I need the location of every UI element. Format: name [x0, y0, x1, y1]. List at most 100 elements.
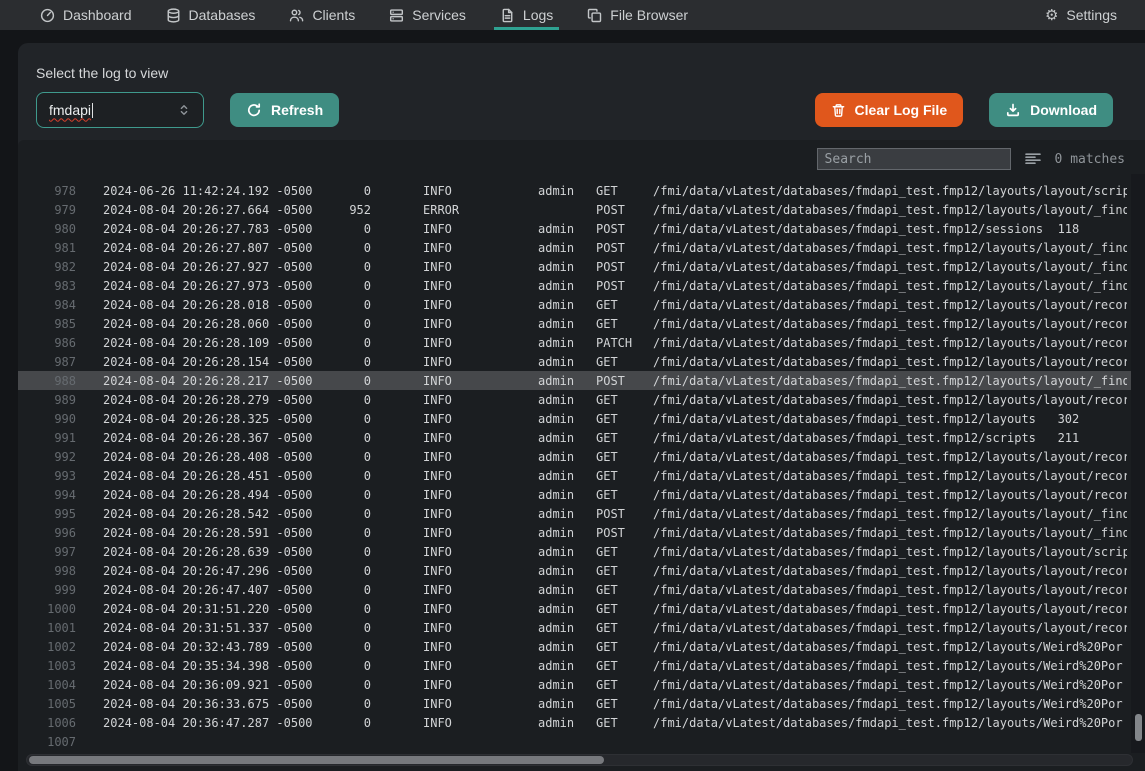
- horizontal-scrollbar-thumb[interactable]: [29, 756, 604, 764]
- log-cell-method: POST: [596, 222, 641, 236]
- log-cell-user: admin: [538, 355, 584, 369]
- log-cell-method: GET: [596, 640, 641, 654]
- text-caret: [92, 103, 93, 118]
- log-cell-method: GET: [596, 678, 641, 692]
- log-cell-path: /fmi/data/vLatest/databases/fmdapi_test.…: [653, 469, 1127, 483]
- log-cell-user: admin: [538, 488, 584, 502]
- log-cell-path: /fmi/data/vLatest/databases/fmdapi_test.…: [653, 583, 1127, 597]
- log-row[interactable]: 9982024-08-04 20:26:47.296 -05000INFOadm…: [18, 561, 1145, 580]
- nav-tab-databases[interactable]: Databases: [160, 0, 262, 30]
- search-input[interactable]: [817, 148, 1011, 170]
- log-cell-value: 0: [345, 716, 371, 730]
- log-row[interactable]: 9872024-08-04 20:26:28.154 -05000INFOadm…: [18, 352, 1145, 371]
- log-row[interactable]: 10012024-08-04 20:31:51.337 -05000INFOad…: [18, 618, 1145, 637]
- log-row[interactable]: 9882024-08-04 20:26:28.217 -05000INFOadm…: [18, 371, 1145, 390]
- log-cell-path: /fmi/data/vLatest/databases/fmdapi_test.…: [653, 716, 1127, 730]
- log-row[interactable]: 10002024-08-04 20:31:51.220 -05000INFOad…: [18, 599, 1145, 618]
- log-cell-method: GET: [596, 583, 641, 597]
- log-cell-value: 0: [345, 241, 371, 255]
- horizontal-scrollbar[interactable]: [26, 754, 1133, 766]
- log-cell-path: /fmi/data/vLatest/databases/fmdapi_test.…: [653, 488, 1127, 502]
- log-row[interactable]: 9902024-08-04 20:26:28.325 -05000INFOadm…: [18, 409, 1145, 428]
- log-row[interactable]: 9782024-06-26 11:42:24.192 -05000INFOadm…: [18, 181, 1145, 200]
- log-cell-user: admin: [538, 564, 584, 578]
- log-row[interactable]: 9832024-08-04 20:26:27.973 -05000INFOadm…: [18, 276, 1145, 295]
- log-cell-method: GET: [596, 469, 641, 483]
- nav-tab-clients[interactable]: Clients: [283, 0, 361, 30]
- download-label: Download: [1030, 102, 1097, 118]
- log-row[interactable]: 9812024-08-04 20:26:27.807 -05000INFOadm…: [18, 238, 1145, 257]
- log-row[interactable]: 9892024-08-04 20:26:28.279 -05000INFOadm…: [18, 390, 1145, 409]
- log-row[interactable]: 9922024-08-04 20:26:28.408 -05000INFOadm…: [18, 447, 1145, 466]
- log-row[interactable]: 10032024-08-04 20:35:34.398 -05000INFOad…: [18, 656, 1145, 675]
- log-cell-user: admin: [538, 716, 584, 730]
- log-row[interactable]: 10022024-08-04 20:32:43.789 -05000INFOad…: [18, 637, 1145, 656]
- log-cell-level: INFO: [423, 583, 503, 597]
- log-row[interactable]: 10052024-08-04 20:36:33.675 -05000INFOad…: [18, 694, 1145, 713]
- log-cell-user: admin: [538, 260, 584, 274]
- log-cell-path: /fmi/data/vLatest/databases/fmdapi_test.…: [653, 298, 1127, 312]
- log-cell-value: 0: [345, 184, 371, 198]
- nav-tab-services[interactable]: Services: [383, 0, 472, 30]
- log-cell-num: 993: [18, 469, 76, 483]
- log-cell-time: 2024-08-04 20:26:28.325 -0500: [103, 412, 345, 426]
- log-row[interactable]: 9942024-08-04 20:26:28.494 -05000INFOadm…: [18, 485, 1145, 504]
- log-cell-method: POST: [596, 374, 641, 388]
- log-cell-num: 981: [18, 241, 76, 255]
- log-cell-value: 0: [345, 222, 371, 236]
- log-cell-path: /fmi/data/vLatest/databases/fmdapi_test.…: [653, 450, 1127, 464]
- log-cell-path: /fmi/data/vLatest/databases/fmdapi_test.…: [653, 184, 1127, 198]
- log-cell-value: 0: [345, 317, 371, 331]
- log-select[interactable]: fmdapi: [36, 92, 204, 128]
- log-cell-time: 2024-08-04 20:32:43.789 -0500: [103, 640, 345, 654]
- log-cell-user: admin: [538, 336, 584, 350]
- log-cell-user: admin: [538, 697, 584, 711]
- log-row[interactable]: 9792024-08-04 20:26:27.664 -0500952ERROR…: [18, 200, 1145, 219]
- log-cell-method: POST: [596, 279, 641, 293]
- log-cell-user: admin: [538, 678, 584, 692]
- log-row[interactable]: 9912024-08-04 20:26:28.367 -05000INFOadm…: [18, 428, 1145, 447]
- log-row[interactable]: 9972024-08-04 20:26:28.639 -05000INFOadm…: [18, 542, 1145, 561]
- log-row[interactable]: 9852024-08-04 20:26:28.060 -05000INFOadm…: [18, 314, 1145, 333]
- refresh-button[interactable]: Refresh: [230, 93, 339, 127]
- log-row[interactable]: 9822024-08-04 20:26:27.927 -05000INFOadm…: [18, 257, 1145, 276]
- nav-tab-dashboard[interactable]: Dashboard: [34, 0, 138, 30]
- log-cell-path: /fmi/data/vLatest/databases/fmdapi_test.…: [653, 336, 1127, 350]
- log-cell-method: GET: [596, 602, 641, 616]
- log-row[interactable]: 1007: [18, 732, 1145, 751]
- log-row[interactable]: 10042024-08-04 20:36:09.921 -05000INFOad…: [18, 675, 1145, 694]
- clear-log-button[interactable]: Clear Log File: [815, 93, 964, 127]
- log-cell-value: 0: [345, 564, 371, 578]
- log-row[interactable]: 9992024-08-04 20:26:47.407 -05000INFOadm…: [18, 580, 1145, 599]
- nav-settings[interactable]: ⚙ Settings: [1041, 0, 1121, 30]
- log-cell-user: admin: [538, 659, 584, 673]
- log-row[interactable]: 9862024-08-04 20:26:28.109 -05000INFOadm…: [18, 333, 1145, 352]
- main-card: Select the log to view fmdapi: [18, 43, 1145, 771]
- download-button[interactable]: Download: [989, 93, 1113, 127]
- log-row[interactable]: 10062024-08-04 20:36:47.287 -05000INFOad…: [18, 713, 1145, 732]
- vertical-scrollbar-thumb[interactable]: [1135, 714, 1142, 741]
- log-cell-value: 0: [345, 469, 371, 483]
- log-cell-time: 2024-08-04 20:26:28.154 -0500: [103, 355, 345, 369]
- download-icon: [1005, 102, 1021, 118]
- log-row[interactable]: 9932024-08-04 20:26:28.451 -05000INFOadm…: [18, 466, 1145, 485]
- log-row[interactable]: 9802024-08-04 20:26:27.783 -05000INFOadm…: [18, 219, 1145, 238]
- log-cell-num: 983: [18, 279, 76, 293]
- nav-tab-file-browser[interactable]: File Browser: [581, 0, 694, 30]
- log-row[interactable]: 9842024-08-04 20:26:28.018 -05000INFOadm…: [18, 295, 1145, 314]
- log-select-value: fmdapi: [49, 102, 91, 118]
- file-text-icon: [500, 8, 515, 23]
- log-row[interactable]: 9952024-08-04 20:26:28.542 -05000INFOadm…: [18, 504, 1145, 523]
- settings-label: Settings: [1066, 7, 1117, 23]
- log-cell-level: INFO: [423, 260, 503, 274]
- nav-tab-logs[interactable]: Logs: [494, 0, 559, 30]
- lines-icon[interactable]: [1024, 151, 1042, 167]
- log-row[interactable]: 9962024-08-04 20:26:28.591 -05000INFOadm…: [18, 523, 1145, 542]
- log-cell-value: 952: [345, 203, 371, 217]
- vertical-scrollbar[interactable]: [1131, 174, 1145, 753]
- database-icon: [166, 8, 181, 23]
- nav-tab-label: Services: [412, 7, 466, 23]
- log-cell-num: 995: [18, 507, 76, 521]
- log-cell-value: 0: [345, 640, 371, 654]
- log-cell-value: 0: [345, 298, 371, 312]
